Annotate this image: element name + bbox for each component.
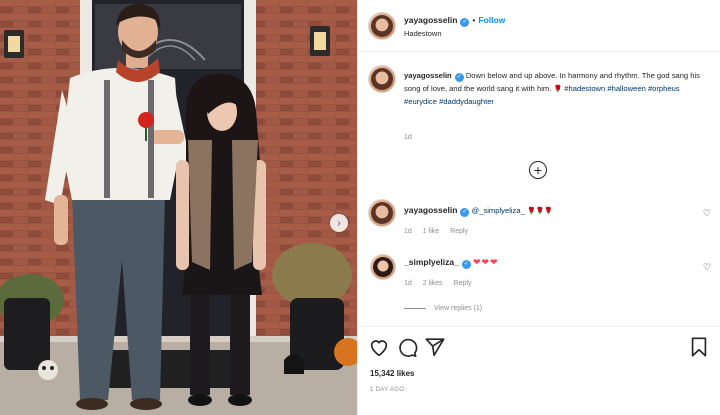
reply-button[interactable]: Reply <box>454 280 472 287</box>
share-icon[interactable] <box>424 336 446 358</box>
bookmark-icon[interactable] <box>688 336 710 358</box>
comment-like-heart-icon[interactable]: ♡ <box>703 262 711 273</box>
heart-icon[interactable] <box>368 336 390 358</box>
hashtag-link[interactable]: #eurydice <box>404 97 437 106</box>
hashtag-link[interactable]: #daddydaughter <box>439 97 494 106</box>
post-photo[interactable]: › <box>0 0 357 415</box>
load-more-comments-button[interactable]: + <box>529 161 547 179</box>
avatar[interactable] <box>368 12 396 40</box>
plus-icon: + <box>533 162 543 178</box>
post-timestamp[interactable]: 1 DAY AGO <box>370 387 404 393</box>
comment-timestamp[interactable]: 1d <box>404 228 412 235</box>
comment-body: _simplyeliza_ ✓ ❤❤❤ <box>404 257 499 269</box>
reply-button[interactable]: Reply <box>450 228 468 235</box>
heart-emojis: ❤❤❤ <box>472 257 499 267</box>
rose-emoji: 🌹 <box>553 85 563 93</box>
comment-icon[interactable] <box>396 336 418 358</box>
comment-avatar[interactable] <box>370 254 396 280</box>
hashtag-link[interactable]: #orpheus <box>648 84 680 93</box>
hashtag-link[interactable]: #halloween <box>607 84 645 93</box>
replies-divider <box>404 307 426 309</box>
comment-avatar[interactable] <box>368 199 396 227</box>
view-replies-label: View replies (1) <box>434 305 483 312</box>
location-link[interactable]: Hadestown <box>404 29 442 38</box>
rose-emojis: 🌹🌹🌹 <box>526 208 554 215</box>
comment-likes[interactable]: 1 like <box>423 228 439 235</box>
comment-meta: 1d 2 likes Reply <box>404 280 483 287</box>
author-username[interactable]: yayagosselin <box>404 15 457 25</box>
follow-button[interactable]: Follow <box>478 15 505 25</box>
comment-username[interactable]: yayagosselin <box>404 205 457 215</box>
caption-timestamp[interactable]: 1d <box>404 134 412 141</box>
comment-body: yayagosselin ✓ @_simplyeliza_ 🌹🌹🌹 <box>404 205 553 217</box>
verified-badge-icon: ✓ <box>460 208 470 217</box>
caption-username[interactable]: yayagosselin <box>404 71 452 80</box>
likes-count[interactable]: 15,342 likes <box>370 369 414 378</box>
instagram-post: › yayagosselin ✓ • Follow Hadestown yayagos… <box>0 0 720 415</box>
caption-avatar[interactable] <box>368 65 396 93</box>
post-header: yayagosselin ✓ • Follow Hadestown <box>358 0 720 52</box>
next-photo-button[interactable]: › <box>330 214 348 232</box>
verified-badge-icon: ✓ <box>461 260 471 269</box>
chevron-right-icon: › <box>337 217 341 229</box>
photo-illustration <box>0 0 357 415</box>
separator-dot: • <box>472 15 476 25</box>
view-replies-button[interactable]: View replies (1) <box>404 305 482 312</box>
comment-meta: 1d 1 like Reply <box>404 228 479 235</box>
comment-likes[interactable]: 2 likes <box>423 280 443 287</box>
verified-badge-icon: ✓ <box>454 73 464 82</box>
caption: yayagosselin ✓ Down below and up above. I… <box>404 70 714 109</box>
hashtag-link[interactable]: #hadestown <box>564 84 605 93</box>
comment-timestamp[interactable]: 1d <box>404 280 412 287</box>
mention-link[interactable]: @_simplyeliza_ <box>472 206 525 215</box>
action-bar: 15,342 likes 1 DAY AGO <box>358 326 720 415</box>
post-details-panel: yayagosselin ✓ • Follow Hadestown yayagosse… <box>357 0 720 415</box>
verified-badge-icon: ✓ <box>460 18 470 27</box>
comment-like-heart-icon[interactable]: ♡ <box>703 208 711 219</box>
comment-username[interactable]: _simplyeliza_ <box>404 257 459 267</box>
